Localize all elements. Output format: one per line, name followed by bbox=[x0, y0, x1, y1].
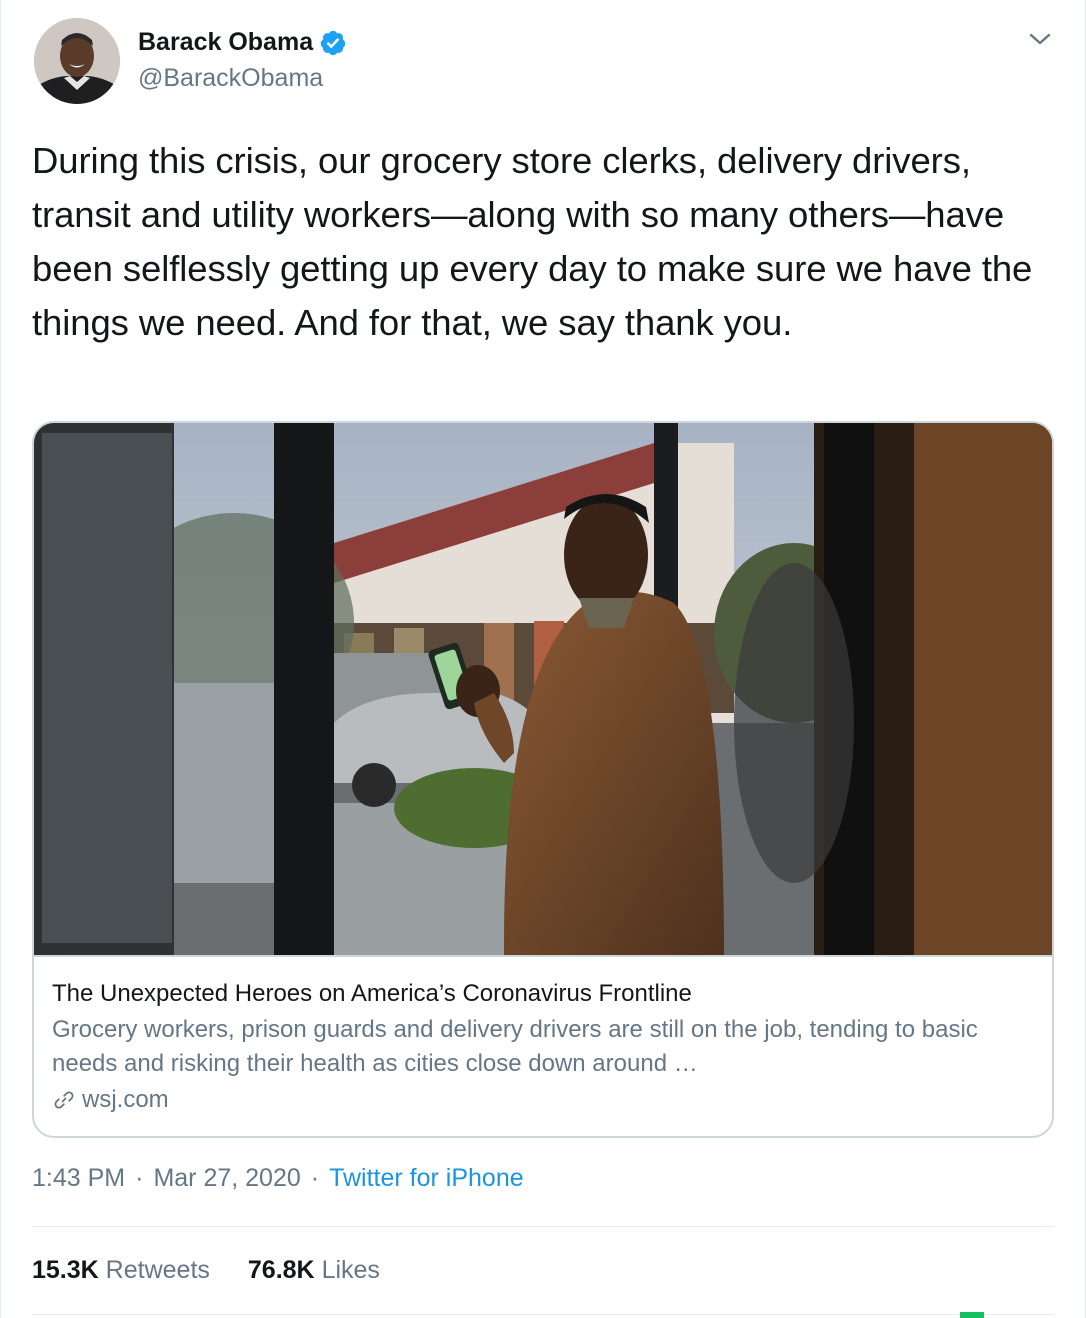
likes-stat[interactable]: 76.8K Likes bbox=[248, 1256, 380, 1285]
meta-separator: · bbox=[135, 1164, 144, 1192]
link-card[interactable]: The Unexpected Heroes on America’s Coron… bbox=[32, 421, 1054, 1138]
retweets-label: Retweets bbox=[105, 1256, 210, 1284]
activity-indicator bbox=[960, 1312, 984, 1318]
tweet-source-link[interactable]: Twitter for iPhone bbox=[329, 1164, 524, 1193]
chevron-down-icon[interactable] bbox=[1026, 28, 1054, 50]
likes-count: 76.8K bbox=[247, 1256, 315, 1284]
avatar[interactable] bbox=[34, 18, 120, 104]
verified-badge-icon bbox=[320, 30, 346, 55]
likes-label: Likes bbox=[321, 1256, 380, 1284]
divider bbox=[32, 1226, 1054, 1227]
divider bbox=[32, 1314, 1054, 1315]
tweet-meta: 1:43 PM · Mar 27, 2020 · Twitter for iPh… bbox=[32, 1164, 524, 1193]
card-image[interactable] bbox=[34, 423, 1052, 957]
retweets-count: 15.3K bbox=[32, 1256, 99, 1284]
author-name[interactable]: Barack Obama bbox=[138, 28, 313, 57]
retweets-stat[interactable]: 15.3K Retweets bbox=[32, 1256, 210, 1285]
card-title[interactable]: The Unexpected Heroes on America’s Coron… bbox=[52, 979, 1032, 1009]
card-body[interactable]: The Unexpected Heroes on America’s Coron… bbox=[52, 979, 1032, 1117]
tweet-date[interactable]: Mar 27, 2020 bbox=[153, 1164, 300, 1193]
tweet-text: During this crisis, our grocery store cl… bbox=[32, 140, 1033, 343]
card-domain: wsj.com bbox=[82, 1086, 169, 1113]
card-domain-row[interactable]: wsj.com bbox=[52, 1083, 1032, 1117]
link-icon bbox=[54, 1091, 74, 1109]
tweet-stats: 15.3K Retweets 76.8K Likes bbox=[32, 1256, 380, 1285]
card-description: Grocery workers, prison guards and deliv… bbox=[52, 1016, 978, 1077]
avatar-photo bbox=[34, 18, 120, 104]
author-handle[interactable]: @BarackObama bbox=[138, 64, 323, 93]
meta-separator: · bbox=[310, 1164, 320, 1192]
tweet-time[interactable]: 1:43 PM bbox=[32, 1164, 125, 1193]
card-photo bbox=[34, 423, 1052, 955]
author-name-row[interactable]: Barack Obama bbox=[138, 28, 347, 57]
